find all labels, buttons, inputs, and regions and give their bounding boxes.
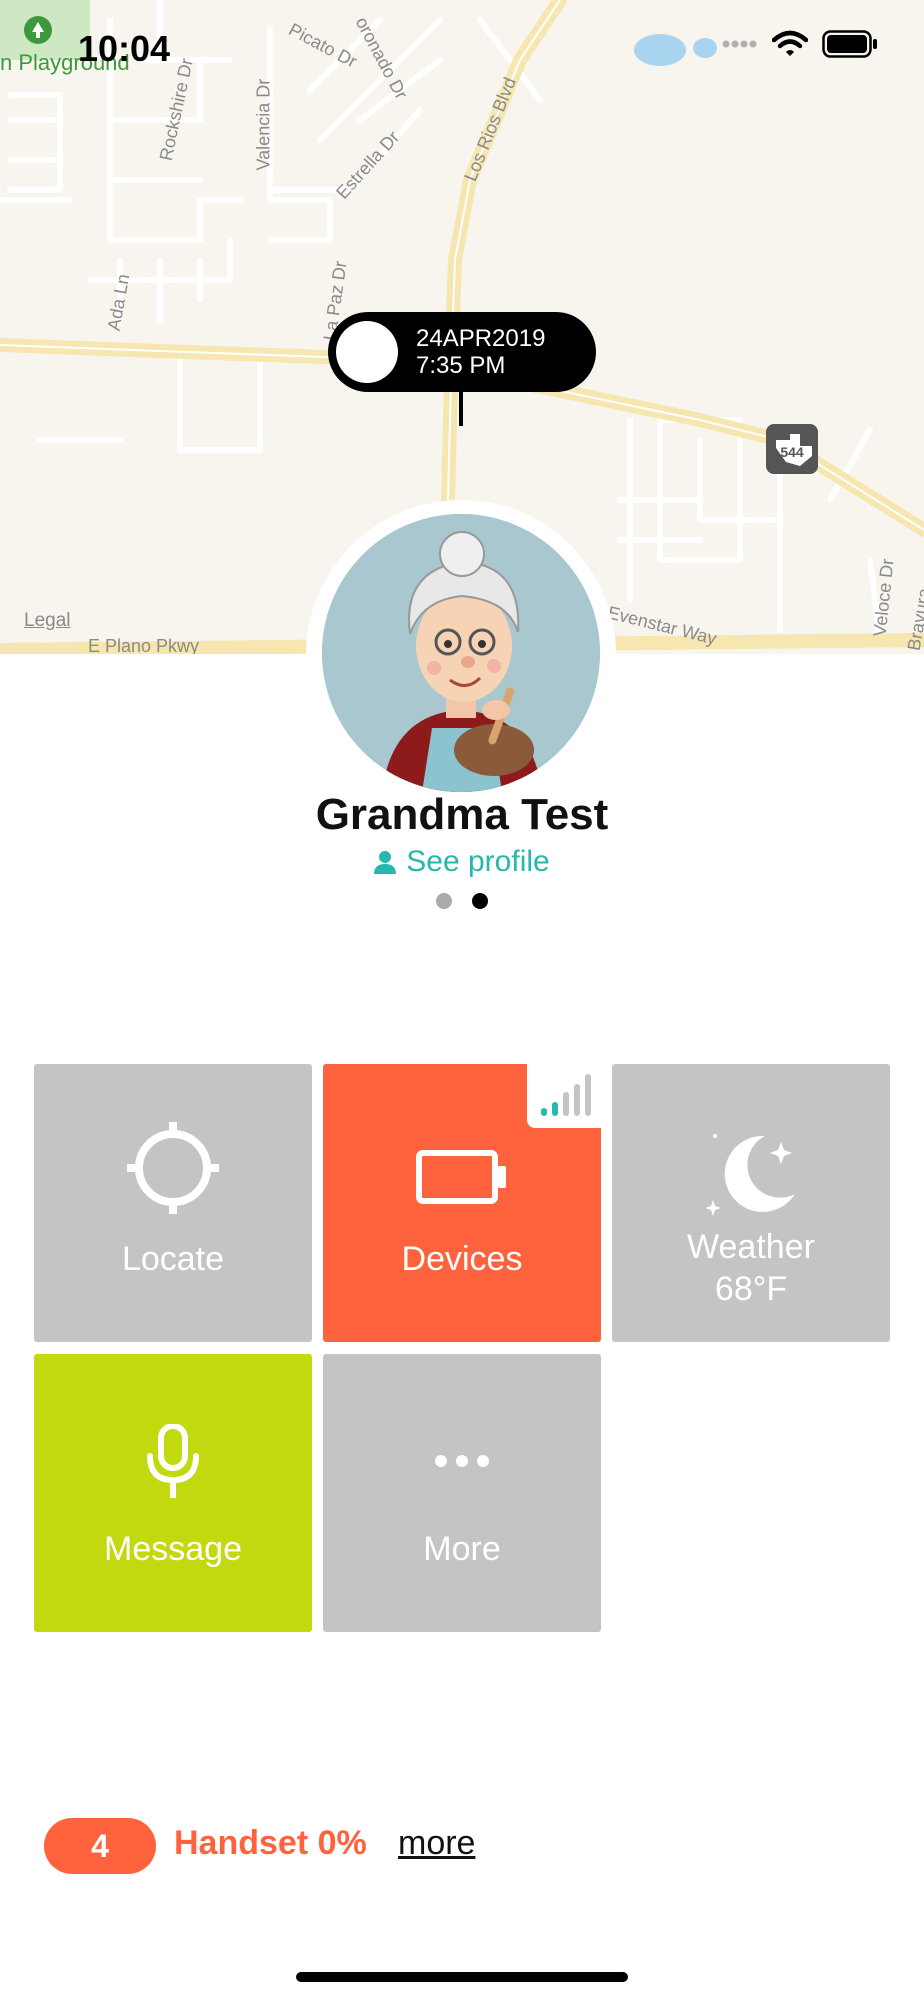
crosshair-icon	[127, 1122, 219, 1214]
park-pin-icon	[24, 16, 52, 44]
home-indicator[interactable]	[296, 1972, 628, 1982]
page-dot-1[interactable]	[436, 893, 452, 909]
signal-bars-icon	[541, 1074, 591, 1116]
message-label: Message	[104, 1530, 242, 1568]
more-label: More	[423, 1530, 501, 1568]
signal-badge	[527, 1064, 601, 1128]
map-legal-link[interactable]: Legal	[24, 610, 71, 632]
handset-status: Handset 0%	[174, 1824, 367, 1862]
alert-count-badge[interactable]: 4	[44, 1818, 156, 1874]
pin-time: 7:35 PM	[416, 352, 506, 379]
weather-temperature: 68°F	[714, 1270, 788, 1308]
grandma-avatar-illustration	[322, 514, 600, 792]
locate-label: Locate	[121, 1240, 225, 1278]
screen: 544 n Playground Picato Dr oronado Dr Ro…	[0, 0, 924, 2000]
person-icon	[374, 851, 397, 874]
page-dot-2[interactable]	[472, 893, 488, 909]
devices-label: Devices	[401, 1240, 523, 1278]
cellular-dots-icon	[722, 40, 757, 48]
status-time: 10:04	[78, 28, 171, 69]
weather-title: Weather	[687, 1228, 815, 1266]
devices-tile[interactable]: Devices	[323, 1064, 601, 1342]
locate-tile[interactable]: Locate	[34, 1064, 312, 1342]
pin-date: 24APR2019	[416, 325, 546, 352]
microphone-icon	[147, 1424, 199, 1498]
pin-dot	[336, 321, 398, 383]
moon-stars-icon	[705, 1134, 795, 1216]
see-profile-link[interactable]: See profile	[0, 845, 924, 879]
street-label-valencia: Valencia Dr	[253, 78, 274, 171]
ellipsis-icon	[435, 1455, 489, 1467]
battery-status-icon	[822, 30, 877, 58]
message-tile[interactable]: Message	[34, 1354, 312, 1632]
page-indicator[interactable]	[0, 893, 924, 909]
profile-name: Grandma Test	[315, 790, 609, 839]
street-label-plano: E Plano Pkwy	[88, 636, 200, 654]
pin-stem	[459, 392, 463, 426]
weather-tile[interactable]: Weather 68°F	[612, 1064, 890, 1342]
svg-text:544: 544	[780, 444, 804, 460]
location-timestamp-pin[interactable]: 24APR2019 7:35 PM	[328, 312, 596, 392]
avatar[interactable]	[322, 514, 600, 792]
battery-icon	[416, 1150, 506, 1204]
wifi-icon	[772, 30, 808, 56]
more-link[interactable]: more	[398, 1824, 475, 1863]
status-icons	[722, 30, 878, 58]
more-tile[interactable]: More	[323, 1354, 601, 1632]
pin-text: 24APR2019 7:35 PM	[416, 325, 545, 379]
weather-label: Weather 68°F	[612, 1226, 890, 1310]
see-profile-label: See profile	[406, 845, 550, 878]
highway-shield-icon: 544	[766, 424, 818, 474]
